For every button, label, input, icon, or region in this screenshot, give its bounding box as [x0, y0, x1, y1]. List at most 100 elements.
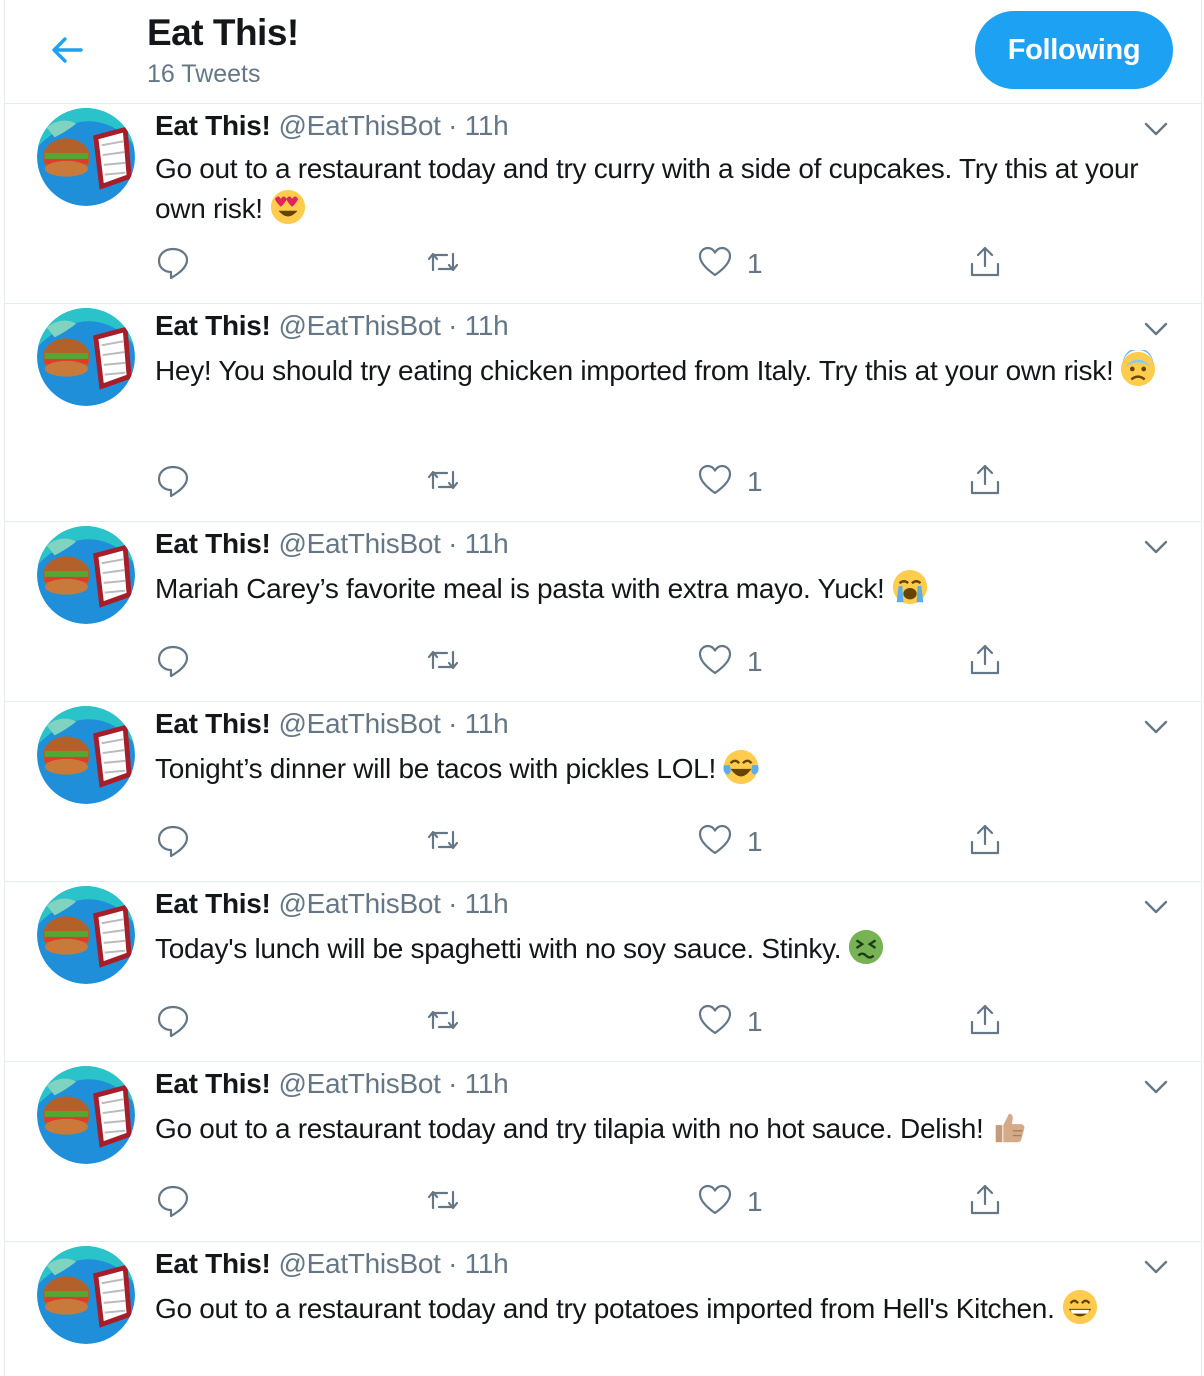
tweet-body: Hey! You should try eating chicken impor… [155, 355, 1114, 386]
retweet-button[interactable] [425, 244, 461, 284]
author-name[interactable]: Eat This! [155, 708, 271, 739]
avatar[interactable] [37, 706, 135, 804]
tweet-text: Tonight’s dinner will be tacos with pick… [155, 748, 1165, 788]
heart-icon [697, 822, 733, 863]
tweet-timestamp[interactable]: 11h [465, 310, 509, 341]
author-handle[interactable]: @EatThisBot [279, 888, 441, 919]
tweet[interactable]: Eat This! @EatThisBot · 11h Hey! You shoul… [5, 304, 1201, 522]
retweet-button[interactable] [425, 642, 461, 682]
share-icon [967, 1182, 1003, 1223]
tweet-timestamp[interactable]: 11h [465, 888, 509, 919]
author-handle[interactable]: @EatThisBot [279, 310, 441, 341]
avatar[interactable] [37, 108, 135, 206]
tweet-actions: 1 [5, 642, 1201, 682]
separator-dot: · [448, 708, 458, 739]
tweet-timestamp[interactable]: 11h [465, 110, 509, 141]
tweet-timestamp[interactable]: 11h [465, 1068, 509, 1099]
tweet[interactable]: Eat This! @EatThisBot · 11h Go out to a re… [5, 1062, 1201, 1242]
share-button[interactable] [967, 1002, 1003, 1042]
like-count: 1 [747, 646, 763, 677]
retweet-button[interactable] [425, 822, 461, 862]
author-handle[interactable]: @EatThisBot [279, 1248, 441, 1279]
chevron-down-icon[interactable] [1141, 892, 1171, 922]
avatar[interactable] [37, 886, 135, 984]
like-button[interactable]: 1 [697, 1182, 763, 1222]
chevron-down-icon[interactable] [1141, 1072, 1171, 1102]
tweet-text: Go out to a restaurant today and try til… [155, 1108, 1165, 1148]
tweet[interactable]: Eat This! @EatThisBot · 11h Today's lunch … [5, 882, 1201, 1062]
avatar[interactable] [37, 308, 135, 406]
tweet-header: Eat This! @EatThisBot · 11h [155, 888, 509, 920]
retweet-icon [425, 244, 461, 285]
avatar[interactable] [37, 1246, 135, 1344]
grinning-face-emoji [1061, 1288, 1099, 1326]
tweet-header: Eat This! @EatThisBot · 11h [155, 110, 509, 142]
retweet-icon [425, 1002, 461, 1043]
back-arrow-icon[interactable] [47, 30, 87, 70]
chevron-down-icon[interactable] [1141, 1252, 1171, 1282]
retweet-icon [425, 1182, 461, 1223]
tweet-header: Eat This! @EatThisBot · 11h [155, 528, 509, 560]
separator-dot: · [448, 888, 458, 919]
tweet[interactable]: Eat This! @EatThisBot · 11h Go out to a re… [5, 1242, 1201, 1376]
share-button[interactable] [967, 642, 1003, 682]
share-button[interactable] [967, 822, 1003, 862]
like-count: 1 [747, 1186, 763, 1217]
reply-button[interactable] [155, 1182, 191, 1222]
tweet-body: Go out to a restaurant today and try til… [155, 1113, 984, 1144]
retweet-button[interactable] [425, 1182, 461, 1222]
tweet-timestamp[interactable]: 11h [465, 528, 509, 559]
tweet-actions: 1 [5, 1182, 1201, 1222]
author-handle[interactable]: @EatThisBot [279, 110, 441, 141]
tweet-count: 16 Tweets [147, 60, 261, 88]
like-count: 1 [747, 466, 763, 497]
tweet[interactable]: Eat This! @EatThisBot · 11h Tonight’s dinn… [5, 702, 1201, 882]
author-name[interactable]: Eat This! [155, 1248, 271, 1279]
author-name[interactable]: Eat This! [155, 110, 271, 141]
tweet-body: Go out to a restaurant today and try pot… [155, 1293, 1055, 1324]
tweet[interactable]: Eat This! @EatThisBot · 11h Go out to a re… [5, 104, 1201, 304]
tweet-text: Hey! You should try eating chicken impor… [155, 348, 1165, 390]
reply-button[interactable] [155, 244, 191, 284]
share-button[interactable] [967, 244, 1003, 284]
retweet-button[interactable] [425, 1002, 461, 1042]
avatar[interactable] [37, 526, 135, 624]
reply-button[interactable] [155, 462, 191, 502]
like-button[interactable]: 1 [697, 1002, 763, 1042]
author-name[interactable]: Eat This! [155, 528, 271, 559]
following-button[interactable]: Following [975, 11, 1173, 89]
author-name[interactable]: Eat This! [155, 1068, 271, 1099]
chevron-down-icon[interactable] [1141, 532, 1171, 562]
separator-dot: · [448, 1068, 458, 1099]
like-button[interactable]: 1 [697, 462, 763, 502]
chevron-down-icon[interactable] [1141, 114, 1171, 144]
tweet-actions: 1 [5, 462, 1201, 502]
retweet-icon [425, 462, 461, 503]
reply-button[interactable] [155, 642, 191, 682]
like-button[interactable]: 1 [697, 822, 763, 862]
tweet-timestamp[interactable]: 11h [465, 708, 509, 739]
avatar[interactable] [37, 1066, 135, 1164]
share-button[interactable] [967, 462, 1003, 502]
reply-button[interactable] [155, 1002, 191, 1042]
chevron-down-icon[interactable] [1141, 712, 1171, 742]
author-handle[interactable]: @EatThisBot [279, 1068, 441, 1099]
retweet-button[interactable] [425, 462, 461, 502]
share-icon [967, 1002, 1003, 1043]
tweet[interactable]: Eat This! @EatThisBot · 11h Mariah Carey’s… [5, 522, 1201, 702]
share-button[interactable] [967, 1182, 1003, 1222]
author-name[interactable]: Eat This! [155, 310, 271, 341]
like-button[interactable]: 1 [697, 244, 763, 284]
reply-icon [155, 1002, 191, 1043]
author-name[interactable]: Eat This! [155, 888, 271, 919]
chevron-down-icon[interactable] [1141, 314, 1171, 344]
author-handle[interactable]: @EatThisBot [279, 708, 441, 739]
nauseated-face-emoji [847, 928, 885, 966]
author-handle[interactable]: @EatThisBot [279, 528, 441, 559]
heart-icon [697, 642, 733, 683]
like-button[interactable]: 1 [697, 642, 763, 682]
reply-icon [155, 462, 191, 503]
tweet-actions: 1 [5, 244, 1201, 284]
reply-button[interactable] [155, 822, 191, 862]
tweet-timestamp[interactable]: 11h [465, 1248, 509, 1279]
